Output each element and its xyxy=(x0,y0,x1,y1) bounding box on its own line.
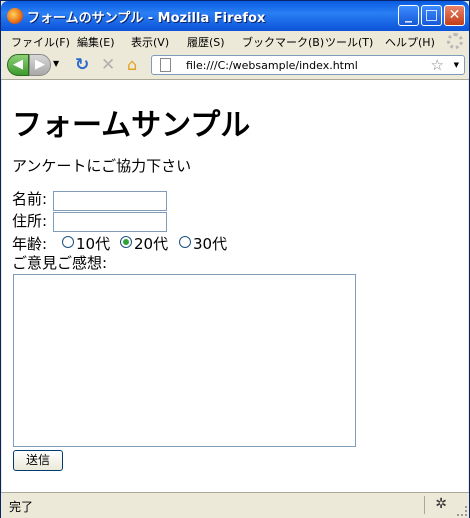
minimize-button[interactable]: _ xyxy=(398,5,419,26)
close-button[interactable]: ✕ xyxy=(444,5,465,26)
name-input[interactable] xyxy=(53,191,167,211)
age-label: 年齢: xyxy=(12,235,48,253)
window-title: フォームのサンプル - Mozilla Firefox xyxy=(27,11,266,26)
resize-grip[interactable] xyxy=(457,506,467,516)
page-icon xyxy=(160,58,171,72)
comments-label: ご意見ご感想: xyxy=(12,254,108,272)
url-text[interactable]: file:///C:/websample/index.html xyxy=(186,59,358,72)
menu-bookmarks[interactable]: ブックマーク(B) xyxy=(242,34,324,50)
menu-view[interactable]: 表示(V) xyxy=(131,34,169,50)
age-radio-10s[interactable] xyxy=(62,236,74,248)
page-heading: フォームサンプル xyxy=(12,108,251,143)
menu-bar: ファイル(F) 編集(E) 表示(V) 履歴(S) ブックマーク(B) ツール(… xyxy=(1,31,469,51)
history-dropdown-icon[interactable]: ▼ xyxy=(53,59,59,68)
comments-textarea[interactable] xyxy=(13,274,356,447)
browser-window: フォームのサンプル - Mozilla Firefox _ □ ✕ ファイル(F… xyxy=(0,0,470,518)
status-bar: 完了 ✲ xyxy=(1,492,469,518)
address-label: 住所: xyxy=(12,212,48,230)
reload-icon[interactable]: ↻ xyxy=(75,55,89,75)
address-input[interactable] xyxy=(53,212,167,232)
firefox-logo-icon xyxy=(7,8,23,24)
bookmark-star-icon[interactable]: ☆ xyxy=(431,56,444,74)
url-dropdown-icon[interactable]: ▼ xyxy=(454,61,459,69)
age-option-label: 30代 xyxy=(193,235,228,253)
url-bar[interactable]: file:///C:/websample/index.html ☆ ▼ xyxy=(151,55,465,75)
status-divider xyxy=(424,496,425,514)
age-option-label: 20代 xyxy=(134,235,169,253)
menu-history[interactable]: 履歴(S) xyxy=(187,34,225,50)
name-label: 名前: xyxy=(12,190,48,208)
menu-edit[interactable]: 編集(E) xyxy=(77,34,115,50)
forward-button[interactable]: ▶ xyxy=(29,54,51,76)
menu-tools[interactable]: ツール(T) xyxy=(325,34,373,50)
navigation-toolbar: ◀ ▶ ▼ ↻ ✕ ⌂ file:///C:/websample/index.h… xyxy=(1,51,469,80)
intro-text: アンケートにご協力下さい xyxy=(12,157,192,175)
menu-file[interactable]: ファイル(F) xyxy=(11,34,70,50)
title-bar[interactable]: フォームのサンプル - Mozilla Firefox _ □ ✕ xyxy=(1,1,469,31)
submit-button[interactable]: 送信 xyxy=(13,450,63,471)
age-option-label: 10代 xyxy=(76,235,111,253)
throbber-icon xyxy=(447,33,463,49)
page-content: フォームサンプル アンケートにご協力下さい 名前: 住所: 年齢: 10代 20… xyxy=(2,80,468,492)
back-button[interactable]: ◀ xyxy=(7,54,29,76)
bug-icon[interactable]: ✲ xyxy=(435,496,447,512)
status-text: 完了 xyxy=(9,500,34,514)
age-radio-30s[interactable] xyxy=(179,236,191,248)
age-radio-20s[interactable] xyxy=(120,236,132,248)
menu-help[interactable]: ヘルプ(H) xyxy=(385,34,435,50)
maximize-button[interactable]: □ xyxy=(421,5,442,26)
home-icon[interactable]: ⌂ xyxy=(127,55,137,75)
stop-icon[interactable]: ✕ xyxy=(101,55,115,75)
